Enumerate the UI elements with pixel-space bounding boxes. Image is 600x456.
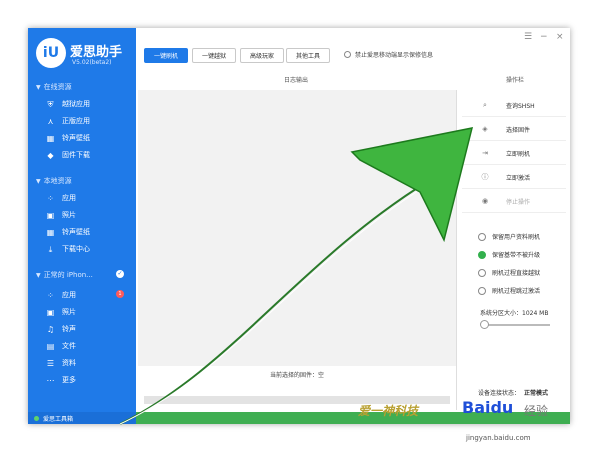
annotation-arrow [119,127,474,425]
watermark-text: 爱一神科技 [358,404,419,418]
arrow-line [119,179,431,425]
arrow-head [350,127,474,243]
baidu-jingyan-text: 经验 [524,404,549,418]
watermark-site: jingyan.baidu.com [466,434,531,442]
baidu-logo: Baidu [462,398,514,417]
